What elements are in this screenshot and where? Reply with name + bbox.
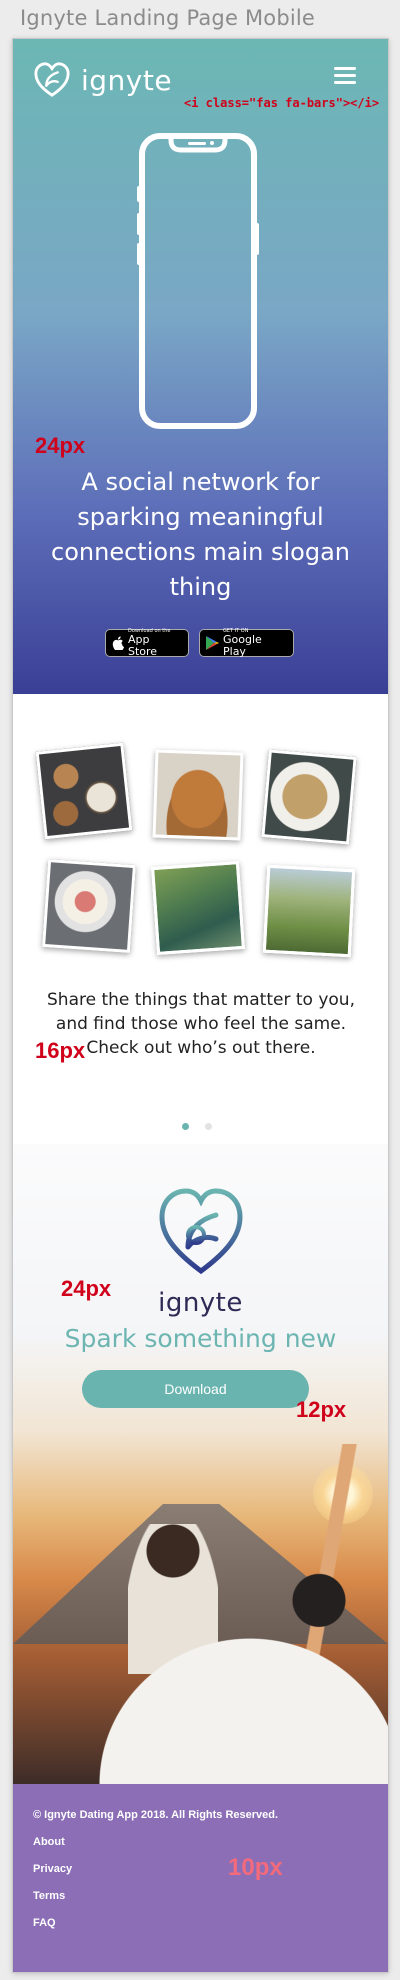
photo-hikers[interactable]	[151, 861, 245, 955]
carousel-dot-active[interactable]	[182, 1123, 189, 1130]
footer: © Ignyte Dating App 2018. All Rights Res…	[13, 1784, 388, 1972]
font-size-annotation: 12px	[296, 1397, 347, 1422]
logo-text: ignyte	[81, 63, 173, 97]
spacing-annotation: 24px	[61, 1276, 112, 1301]
cta-slogan: Spark something new	[64, 1324, 337, 1353]
hero-headline: A social network for sparking meaningful…	[51, 468, 350, 601]
download-button[interactable]: Download	[82, 1370, 309, 1408]
phone-outline-icon	[137, 133, 259, 429]
footer-link-terms[interactable]: Terms	[33, 1890, 65, 1902]
apple-icon	[112, 636, 124, 650]
google-play-badge[interactable]: GET IT ON Google Play	[199, 628, 294, 658]
app-store-badge[interactable]: Download on the App Store	[105, 628, 189, 658]
photo-dog[interactable]	[152, 749, 244, 841]
photo-cookies-coffee[interactable]	[35, 742, 133, 840]
hero-section: ignyte <i class="fas fa-bars"></i> 24px …	[13, 39, 388, 694]
mobile-frame: ignyte <i class="fas fa-bars"></i> 24px …	[13, 39, 388, 1972]
page-title: Ignyte Landing Page Mobile	[20, 6, 316, 30]
google-play-icon	[206, 636, 219, 650]
photo-noodles[interactable]	[261, 749, 357, 845]
carousel-dot[interactable]	[205, 1123, 212, 1130]
nav-logo[interactable]: ignyte	[33, 61, 172, 99]
font-size-annotation: 10px	[228, 1854, 283, 1881]
spacing-annotation: 24px	[35, 433, 86, 458]
footer-link-about[interactable]: About	[33, 1836, 65, 1848]
app-store-big: App Store	[128, 633, 158, 658]
google-play-big: Google Play	[223, 633, 262, 658]
heart-logo-icon	[34, 62, 70, 97]
copyright-text: © Ignyte Dating App 2018. All Rights Res…	[33, 1809, 279, 1821]
car-background	[43, 1584, 388, 1784]
carousel-dots	[182, 1123, 212, 1130]
gallery-section: Share the things that matter to you, and…	[13, 694, 388, 1139]
heart-logo-icon	[159, 1188, 243, 1275]
menu-annotation: <i class="fas fa-bars"></i>	[184, 96, 380, 110]
photo-smoothie-bowl[interactable]	[42, 859, 136, 953]
hamburger-menu-icon[interactable]	[334, 67, 356, 85]
cta-section: ignyte 24px Spark something new Download…	[13, 1144, 388, 1784]
footer-link-privacy[interactable]: Privacy	[33, 1863, 72, 1875]
font-size-annotation: 16px	[35, 1038, 86, 1063]
app-badges: Download on the App Store GET IT ON Goog…	[105, 628, 294, 658]
footer-link-faq[interactable]: FAQ	[33, 1917, 56, 1929]
photo-mountain-trail[interactable]	[262, 864, 356, 958]
